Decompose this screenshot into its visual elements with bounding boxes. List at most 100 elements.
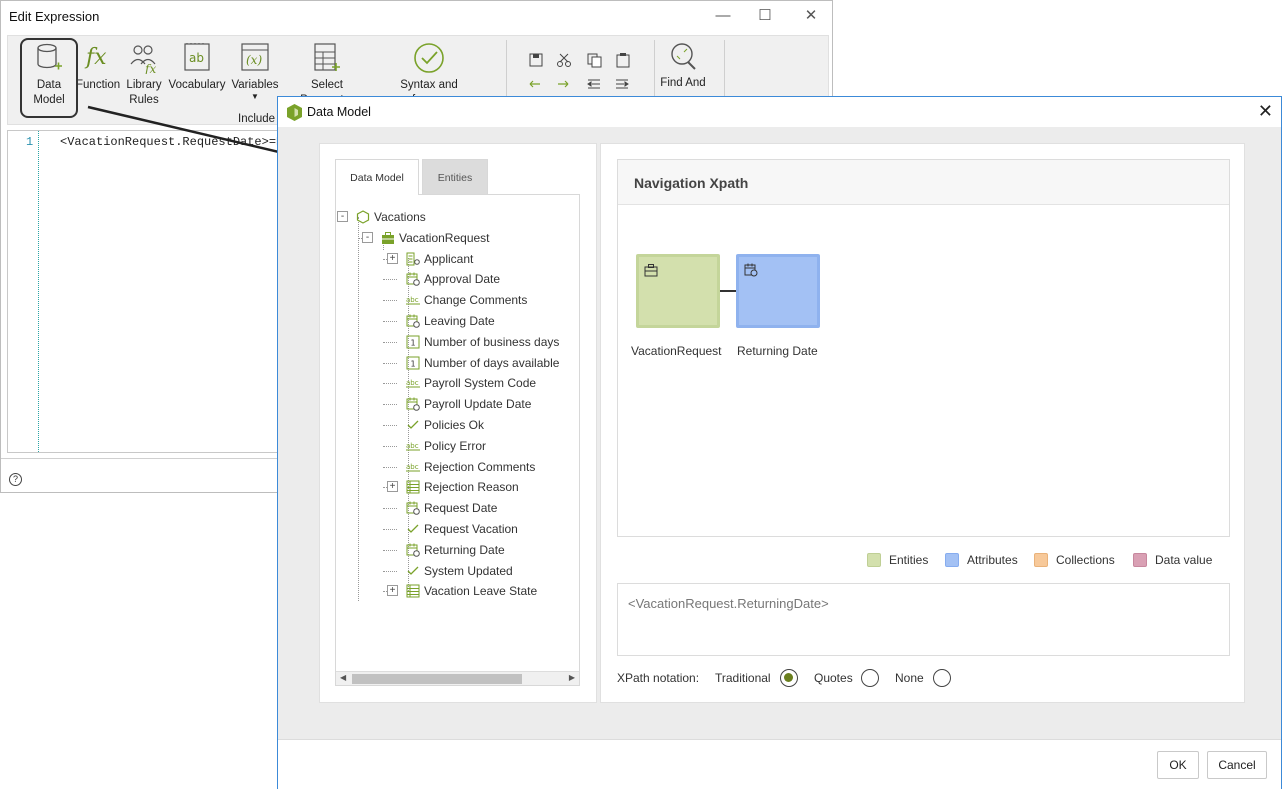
tree-item[interactable]: System Updated xyxy=(336,562,579,580)
tab-entities[interactable]: Entities xyxy=(422,159,488,195)
tree-item-label: Leaving Date xyxy=(424,314,495,328)
tree-item-label: Vacations xyxy=(374,210,426,224)
tree-item[interactable]: Request Date xyxy=(336,499,579,517)
expand-icon[interactable]: + xyxy=(387,481,398,493)
tree-item-label: Change Comments xyxy=(424,293,528,308)
navigation-panel: Navigation Xpath VacationRequest Returni… xyxy=(600,143,1245,703)
tree-item[interactable]: Request Vacation xyxy=(336,520,579,538)
list-icon xyxy=(406,480,420,494)
tree-item-label: Payroll Update Date xyxy=(424,397,532,412)
tree-item-label: VacationRequest xyxy=(399,230,490,245)
calendar-icon xyxy=(406,501,420,515)
tree-item[interactable]: Payroll Update Date xyxy=(336,395,579,413)
svg-text:1: 1 xyxy=(411,338,416,347)
tree-item-label: Request Date xyxy=(424,501,498,516)
radio-traditional[interactable] xyxy=(780,669,798,687)
check-icon xyxy=(406,564,420,578)
check-icon xyxy=(406,522,420,536)
tree-item[interactable]: Returning Date xyxy=(336,541,579,559)
find-and-label: Find And xyxy=(660,77,706,89)
tree-item-label: System Updated xyxy=(424,563,513,578)
outdent-icon[interactable] xyxy=(587,79,600,89)
expand-icon[interactable]: + xyxy=(387,252,398,264)
number-icon: 1 xyxy=(406,335,420,349)
svg-text:abc: abc xyxy=(406,442,419,450)
radio-none[interactable] xyxy=(933,669,951,687)
svg-text:abc: abc xyxy=(406,463,419,471)
radio-none-label: None xyxy=(895,671,924,685)
radio-traditional-label: Traditional xyxy=(715,671,771,685)
tree-item-label: Request Vacation xyxy=(424,522,518,536)
scroll-left-icon[interactable]: ◀ xyxy=(340,673,346,682)
dialog-title: Data Model xyxy=(307,105,371,119)
minimize-icon[interactable]: — xyxy=(709,5,737,27)
cut-icon[interactable] xyxy=(557,53,571,67)
tree-guide xyxy=(383,300,397,302)
tree-item[interactable]: abc Payroll System Code xyxy=(336,374,579,392)
horizontal-scrollbar[interactable]: ◀ ▶ xyxy=(336,671,579,685)
tree-item[interactable]: Approval Date xyxy=(336,270,579,288)
calendar-icon xyxy=(744,263,758,277)
copy-icon[interactable] xyxy=(587,53,602,68)
check-icon xyxy=(406,418,420,432)
redo-icon[interactable] xyxy=(558,80,569,88)
legend-label: Entities xyxy=(889,553,929,567)
tree-item[interactable]: abc Change Comments xyxy=(336,291,579,309)
undo-icon[interactable] xyxy=(529,80,540,88)
scrollbar-thumb[interactable] xyxy=(352,674,522,684)
close-icon[interactable]: ✕ xyxy=(1258,101,1273,122)
text-abc-icon: abc xyxy=(406,293,420,307)
magnifier-icon xyxy=(671,43,696,70)
collapse-icon[interactable]: - xyxy=(362,231,373,243)
close-icon[interactable]: ✕ xyxy=(797,5,825,27)
tree-item[interactable]: + Vacation Leave State xyxy=(336,582,579,600)
tree-item[interactable]: abc Policy Error xyxy=(336,437,579,455)
collapse-icon[interactable]: - xyxy=(337,211,348,222)
tree-guide xyxy=(383,279,397,281)
scroll-right-icon[interactable]: ▶ xyxy=(569,673,575,682)
help-icon[interactable]: ? xyxy=(9,473,22,486)
ok-button[interactable]: OK xyxy=(1157,751,1199,779)
expand-icon[interactable]: + xyxy=(387,585,398,597)
xpath-expression-field[interactable]: <VacationRequest.ReturningDate> xyxy=(617,583,1230,656)
text-abc-icon: abc xyxy=(406,439,420,453)
tree-item[interactable]: 1 Number of days available xyxy=(336,354,579,372)
maximize-icon[interactable]: ☐ xyxy=(751,5,779,27)
paste-icon[interactable] xyxy=(616,53,630,68)
attribute-node-label: Returning Date xyxy=(737,344,818,358)
data-model-tree: - Vacations - VacationRequest + Applicant Appr… xyxy=(335,194,580,686)
svg-text:abc: abc xyxy=(406,379,419,387)
svg-text:1: 1 xyxy=(411,359,416,368)
hexagon-icon xyxy=(356,210,370,224)
tree-item[interactable]: - VacationRequest xyxy=(336,229,579,247)
tab-data-model[interactable]: Data Model xyxy=(335,159,419,195)
tree-item-label: Policy Error xyxy=(424,438,487,453)
tree-item-label: Vacation Leave State xyxy=(424,584,538,599)
legend-data-value: Data value xyxy=(1133,553,1212,569)
tree-item[interactable]: Leaving Date xyxy=(336,312,579,330)
tree-item-label: Approval Date xyxy=(424,272,501,287)
number-icon: 1 xyxy=(406,356,420,370)
dialog-body: Data Model Entities - Vacations - VacationR… xyxy=(278,127,1281,739)
tree-item[interactable]: abc Rejection Comments xyxy=(336,458,579,476)
calendar-icon xyxy=(406,314,420,328)
tree-item[interactable]: + Applicant xyxy=(336,250,579,268)
tree-item[interactable]: - Vacations xyxy=(336,208,579,226)
save-icon[interactable] xyxy=(529,53,543,67)
find-and-replace-button[interactable]: Find And xyxy=(658,42,708,91)
tree-item-label: Rejection Comments xyxy=(424,459,536,474)
tree-guide xyxy=(383,404,397,406)
dialog-title-bar: Data Model ✕ xyxy=(278,97,1281,127)
radio-quotes[interactable] xyxy=(861,669,879,687)
navigation-title: Navigation Xpath xyxy=(634,175,749,191)
cancel-button[interactable]: Cancel xyxy=(1207,751,1267,779)
indent-icon[interactable] xyxy=(616,79,629,89)
xpath-notation-label: XPath notation: xyxy=(617,671,700,685)
tree-item[interactable]: + Rejection Reason xyxy=(336,478,579,496)
tree-item[interactable]: Policies Ok xyxy=(336,416,579,434)
entity-node[interactable] xyxy=(636,254,720,328)
attribute-node[interactable] xyxy=(736,254,820,328)
tree-item[interactable]: 1 Number of business days xyxy=(336,333,579,351)
text-abc-icon: abc xyxy=(406,460,420,474)
tree-item-label: Applicant xyxy=(424,251,474,266)
